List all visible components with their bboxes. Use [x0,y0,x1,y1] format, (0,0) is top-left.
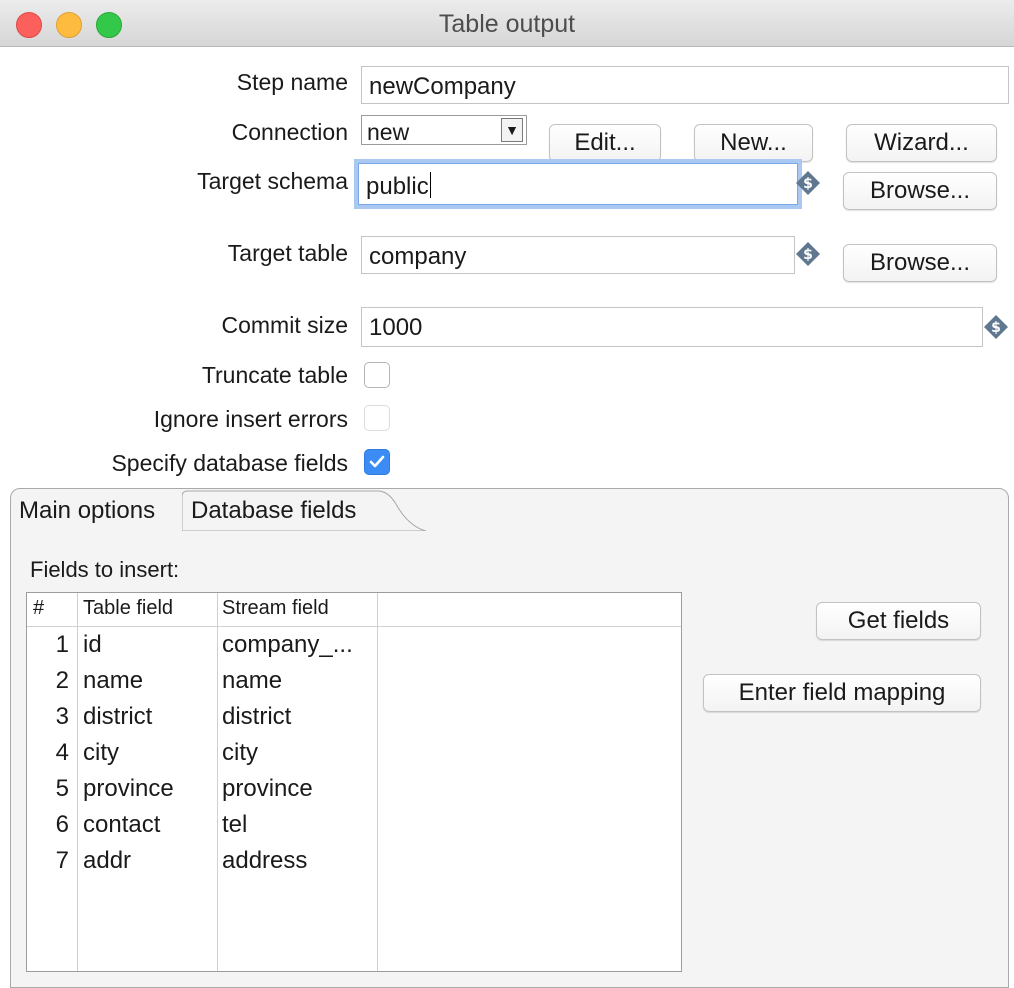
target-table-input[interactable]: company [361,236,795,274]
tab-main-options[interactable]: Main options [19,497,155,525]
table-row[interactable]: 2 name name [27,665,681,701]
column-header-table-field[interactable]: Table field [83,597,173,620]
svg-text:$: $ [803,176,813,192]
header-divider [27,626,681,627]
new-connection-button[interactable]: New... [694,124,813,162]
commit-size-label: Commit size [221,312,348,338]
specify-database-fields-label: Specify database fields [111,450,348,476]
target-schema-label: Target schema [197,168,348,194]
ignore-insert-errors-label: Ignore insert errors [153,406,348,432]
checkmark-icon [369,455,385,468]
table-row[interactable]: 7 addr address [27,845,681,881]
dropdown-arrow-icon[interactable]: ▼ [501,118,523,142]
truncate-table-label: Truncate table [201,362,348,388]
column-header-stream-field[interactable]: Stream field [222,597,329,620]
variable-dollar-icon: $ [796,171,820,195]
table-row[interactable]: 1 id company_... [27,629,681,665]
row-number: 2 [55,667,69,694]
row-number: 5 [55,775,69,802]
title-bar: Table output [0,0,1014,47]
table-row[interactable]: 5 province province [27,773,681,809]
target-schema-input[interactable]: public [358,163,798,205]
connection-select-value: new [367,119,410,145]
get-fields-button[interactable]: Get fields [816,602,981,640]
step-name-input[interactable]: newCompany [361,66,1009,104]
stream-field-cell[interactable]: company_... [222,631,353,659]
stream-field-cell[interactable]: province [222,775,313,803]
wizard-button[interactable]: Wizard... [846,124,997,162]
table-field-cell[interactable]: id [83,631,102,659]
target-table-label: Target table [227,240,348,266]
window-title: Table output [438,10,576,38]
row-number: 7 [55,847,69,874]
table-field-cell[interactable]: district [83,703,152,731]
tab-database-fields[interactable]: Database fields [191,497,356,525]
row-number: 4 [55,739,69,766]
row-number: 3 [55,703,69,730]
fields-to-insert-label: Fields to insert: [30,557,180,582]
browse-table-button[interactable]: Browse... [843,244,997,282]
stream-field-cell[interactable]: address [222,847,307,875]
stream-field-cell[interactable]: name [222,667,282,695]
stream-field-cell[interactable]: tel [222,811,247,839]
target-schema-value: public [366,173,429,200]
connection-select[interactable]: new ▼ [361,115,527,145]
svg-text:$: $ [803,247,813,263]
table-field-cell[interactable]: city [83,739,119,767]
stream-field-cell[interactable]: district [222,703,291,731]
stream-field-cell[interactable]: city [222,739,258,767]
table-row[interactable]: 6 contact tel [27,809,681,845]
table-row[interactable]: 3 district district [27,701,681,737]
enter-field-mapping-button[interactable]: Enter field mapping [703,674,981,712]
specify-database-fields-checkbox[interactable] [364,449,390,475]
fields-table[interactable]: # Table field Stream field 1 id company_… [26,592,682,972]
row-number: 1 [55,631,69,658]
table-field-cell[interactable]: contact [83,811,160,839]
connection-label: Connection [231,119,348,145]
table-field-cell[interactable]: addr [83,847,131,875]
truncate-table-checkbox[interactable] [364,362,390,388]
browse-schema-button[interactable]: Browse... [843,172,997,210]
variable-dollar-icon: $ [796,242,820,266]
ignore-insert-errors-checkbox[interactable] [364,405,390,431]
table-row[interactable]: 4 city city [27,737,681,773]
column-header-number[interactable]: # [33,597,44,620]
edit-connection-button[interactable]: Edit... [549,124,661,162]
table-field-cell[interactable]: province [83,775,174,803]
variable-dollar-icon: $ [984,315,1008,339]
table-field-cell[interactable]: name [83,667,143,695]
step-name-label: Step name [236,69,348,95]
text-caret [429,172,431,198]
svg-text:$: $ [991,320,1001,336]
row-number: 6 [55,811,69,838]
commit-size-input[interactable]: 1000 [361,307,983,347]
